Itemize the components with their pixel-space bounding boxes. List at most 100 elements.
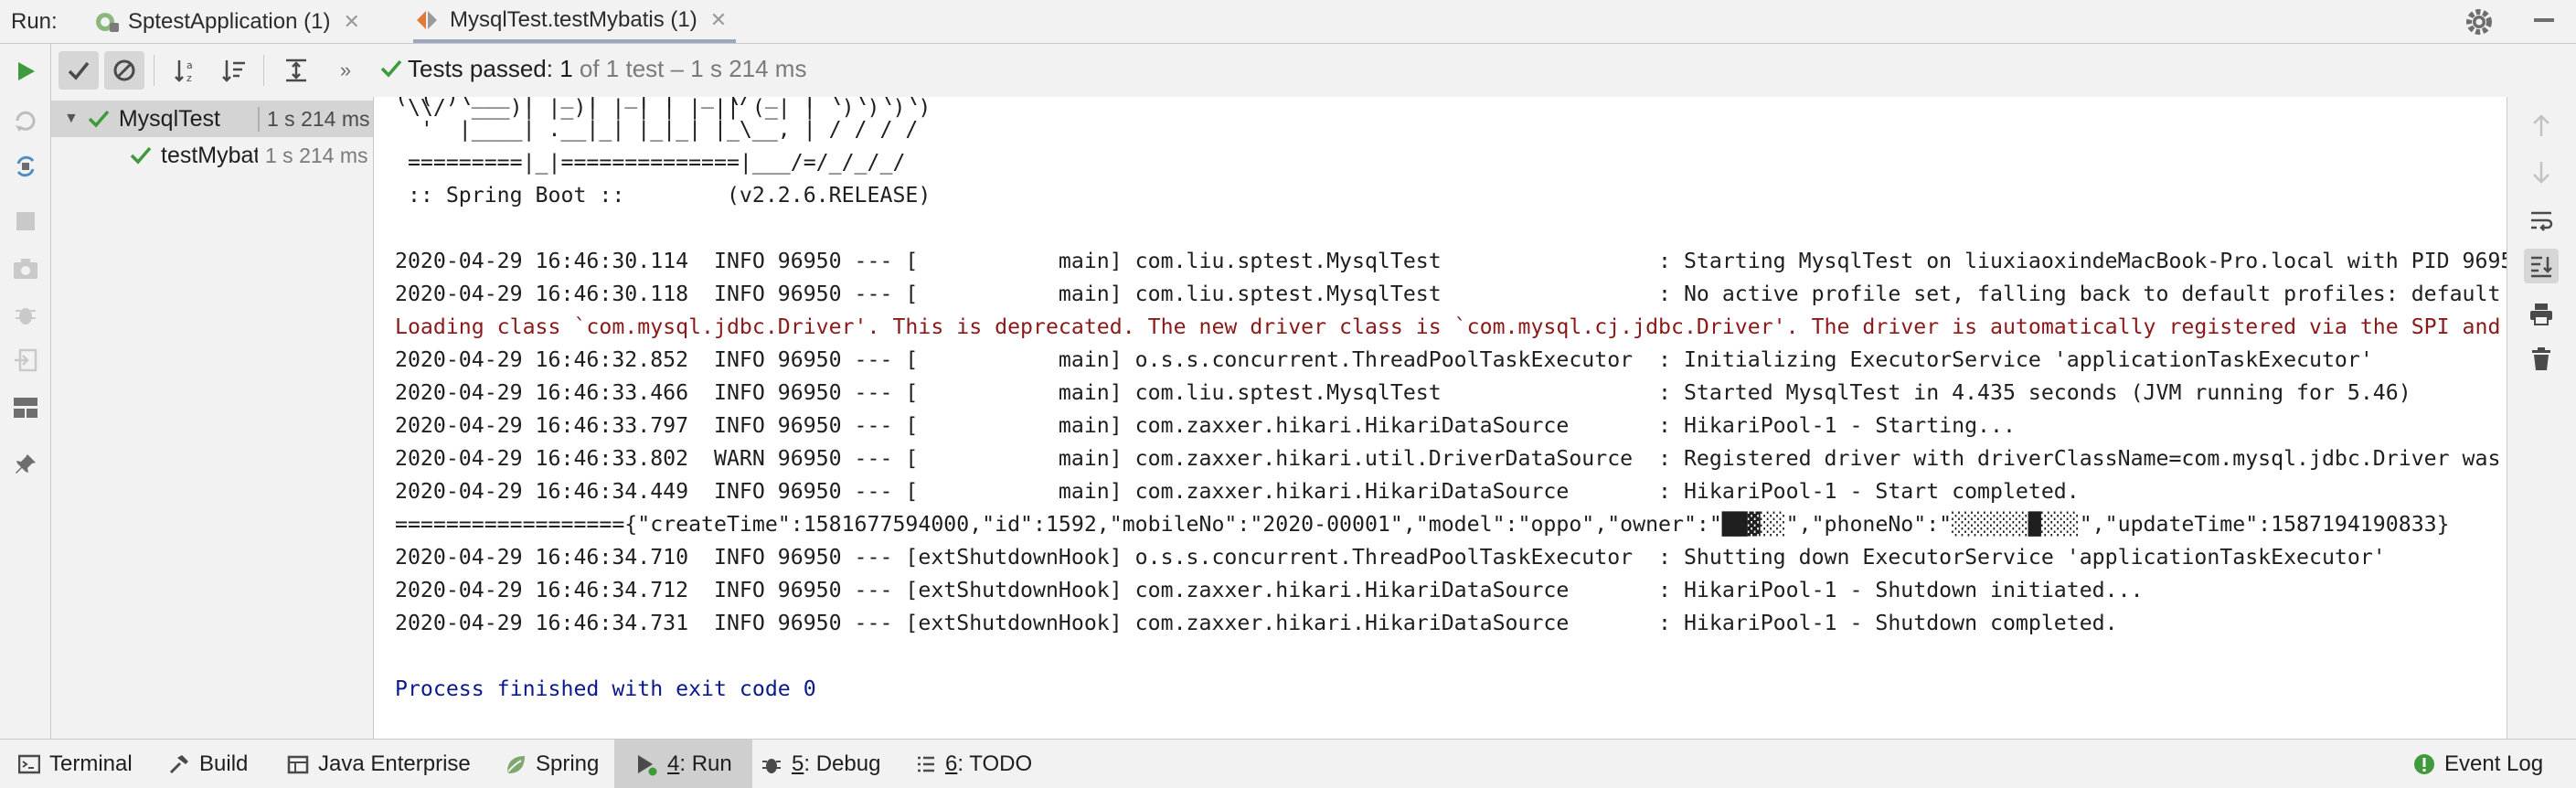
tab-label: Build (199, 751, 249, 776)
spring-leaf-icon (507, 755, 525, 773)
camera-icon (9, 252, 42, 285)
spring-boot-icon (96, 12, 119, 32)
chevron-down-icon[interactable]: ▼ (64, 111, 79, 127)
tab-build[interactable]: Build (168, 740, 248, 788)
console-line: 2020-04-29 16:46:34.712 INFO 96950 --- [… (395, 578, 2144, 602)
console-line: 2020-04-29 16:46:34.449 INFO 96950 --- [… (395, 479, 2080, 504)
debug-bug-icon (9, 298, 42, 331)
tests-passed-icon (380, 59, 402, 78)
tree-node-label: MysqlTest (118, 105, 220, 132)
svg-text:z: z (186, 72, 192, 84)
close-icon[interactable]: ✕ (710, 8, 727, 32)
show-ignored-toggle[interactable] (104, 51, 144, 90)
scroll-to-end-icon[interactable] (2524, 249, 2559, 283)
toggle-auto-test-icon[interactable] (9, 150, 42, 183)
tab-run[interactable]: 4: Run (614, 740, 752, 788)
tab-label: 6: TODO (945, 751, 1032, 777)
tab-label: Terminal (49, 751, 133, 776)
test-runner-toolbar: az » Tests passed: 1 of 1 test – 1 s 214… (51, 44, 2576, 97)
tab-debug[interactable]: 5: Debug (761, 740, 880, 788)
process-exit-line: Process finished with exit code 0 (395, 676, 816, 701)
tab-todo[interactable]: 6: TODO (916, 740, 1032, 788)
console-line: 2020-04-29 16:46:32.852 INFO 96950 --- [… (395, 347, 2373, 372)
tab-label: SptestApplication (1) (128, 8, 331, 34)
bottom-tool-window-bar: Terminal Build Java Enterprise Spring 4:… (0, 739, 2576, 788)
run-tabs-bar: Run: SptestApplication (1) ✕ MysqlTest.t… (0, 0, 2576, 44)
tab-label: 4: Run (667, 751, 732, 777)
more-toolbar-icon[interactable]: » (325, 51, 366, 90)
run-label: Run: (11, 9, 58, 34)
tab-label-text: : Debug (804, 751, 881, 776)
junit-icon (417, 10, 437, 29)
sort-alpha-icon: az (175, 59, 193, 84)
expand-all-icon (286, 59, 306, 82)
console-line: 2020-04-29 16:46:30.118 INFO 96950 --- [… (395, 282, 2501, 306)
left-tool-strip (0, 44, 51, 739)
tab-label: Java Enterprise (318, 751, 471, 776)
tab-event-log[interactable]: Event Log (2413, 740, 2543, 788)
pin-icon[interactable] (9, 448, 42, 481)
test-tree: ▼ MysqlTest 1 s 214 ms testMybatis 1 s 2… (51, 97, 374, 739)
show-passed-toggle[interactable] (59, 51, 99, 90)
expand-all-button[interactable] (276, 51, 316, 90)
tab-spring[interactable]: Spring (505, 740, 599, 788)
stop-icon (9, 205, 42, 238)
run-icon (638, 754, 657, 775)
tab-sptest-application[interactable]: SptestApplication (1) ✕ (93, 0, 360, 43)
checkmark-icon (68, 61, 90, 80)
console-line: 2020-04-29 16:46:34.710 INFO 96950 --- [… (395, 545, 2386, 570)
tree-node-time: 1 s 214 ms (258, 106, 370, 132)
gear-icon[interactable] (2463, 5, 2496, 38)
tree-node-testmybatis[interactable]: testMybatis 1 s 214 ms (51, 137, 373, 174)
java-enterprise-icon (287, 755, 309, 773)
tree-node-time: 1 s 214 ms (265, 143, 368, 167)
up-arrow-icon (2524, 108, 2559, 143)
console-line: 2020-04-29 16:46:33.802 WARN 96950 --- [… (395, 446, 2501, 471)
right-tool-strip (2507, 97, 2576, 739)
sort-duration-icon (222, 60, 245, 82)
rerun-failed-icon (9, 104, 42, 137)
console-line: 2020-04-29 16:46:30.114 INFO 96950 --- [… (395, 249, 2507, 273)
test-passed-icon (130, 146, 152, 165)
trash-icon[interactable] (2524, 342, 2559, 377)
event-log-icon (2414, 753, 2434, 774)
exit-icon (9, 344, 42, 377)
tab-label: Spring (536, 751, 600, 776)
soft-wrap-icon[interactable] (2524, 203, 2559, 238)
tab-label-text: : TODO (957, 751, 1033, 776)
tab-mnemonic: 5 (792, 751, 804, 776)
status-prefix: Tests passed: (408, 55, 560, 82)
list-icon (918, 756, 934, 772)
tab-mnemonic: 6 (945, 751, 958, 776)
close-icon[interactable]: ✕ (343, 10, 359, 34)
console-error-line: Loading class `com.mysql.jdbc.Driver'. T… (395, 314, 2501, 339)
sort-alphabetically-button[interactable]: az (166, 51, 207, 90)
layout-icon[interactable] (9, 391, 42, 424)
down-arrow-icon (2524, 155, 2559, 190)
tab-mysqltest-testmybatis[interactable]: MysqlTest.testMybatis (1) ✕ (413, 0, 737, 43)
console-line: 2020-04-29 16:46:33.466 INFO 96950 --- [… (395, 380, 2411, 405)
hammer-icon (169, 754, 188, 773)
hide-panel-icon[interactable] (2534, 18, 2554, 22)
tab-label: 5: Debug (792, 751, 880, 777)
console-line: :: Spring Boot :: (v2.2.6.RELEASE) (395, 183, 931, 208)
status-rest: of 1 test – 1 s 214 ms (572, 55, 807, 82)
tab-terminal[interactable]: Terminal (18, 740, 133, 788)
console-line: =================={"createTime":15816775… (395, 512, 2450, 537)
debug-bug-icon (762, 758, 781, 773)
test-status: Tests passed: 1 of 1 test – 1 s 214 ms (380, 55, 806, 83)
tab-label: Event Log (2444, 751, 2544, 776)
tab-label-text: : Run (679, 751, 732, 776)
terminal-icon (18, 754, 40, 773)
tab-mnemonic: 4 (667, 751, 680, 776)
tab-label: MysqlTest.testMybatis (1) (450, 6, 697, 32)
ignored-icon (113, 59, 135, 81)
tree-node-mysqltest[interactable]: ▼ MysqlTest 1 s 214 ms (51, 101, 373, 137)
console-line: =========|_|==============|___/=/_/_/_/ (395, 150, 906, 175)
console-line: 2020-04-29 16:46:34.731 INFO 96950 --- [… (395, 611, 2118, 635)
rerun-icon[interactable] (9, 55, 42, 88)
sort-by-duration-button[interactable] (214, 51, 254, 90)
console-output[interactable]: ( ( )\___ | '_ | '_| | '_ \/ _` | \ \ \ … (374, 97, 2507, 739)
tab-java-enterprise[interactable]: Java Enterprise (287, 740, 471, 788)
print-icon[interactable] (2524, 296, 2559, 331)
